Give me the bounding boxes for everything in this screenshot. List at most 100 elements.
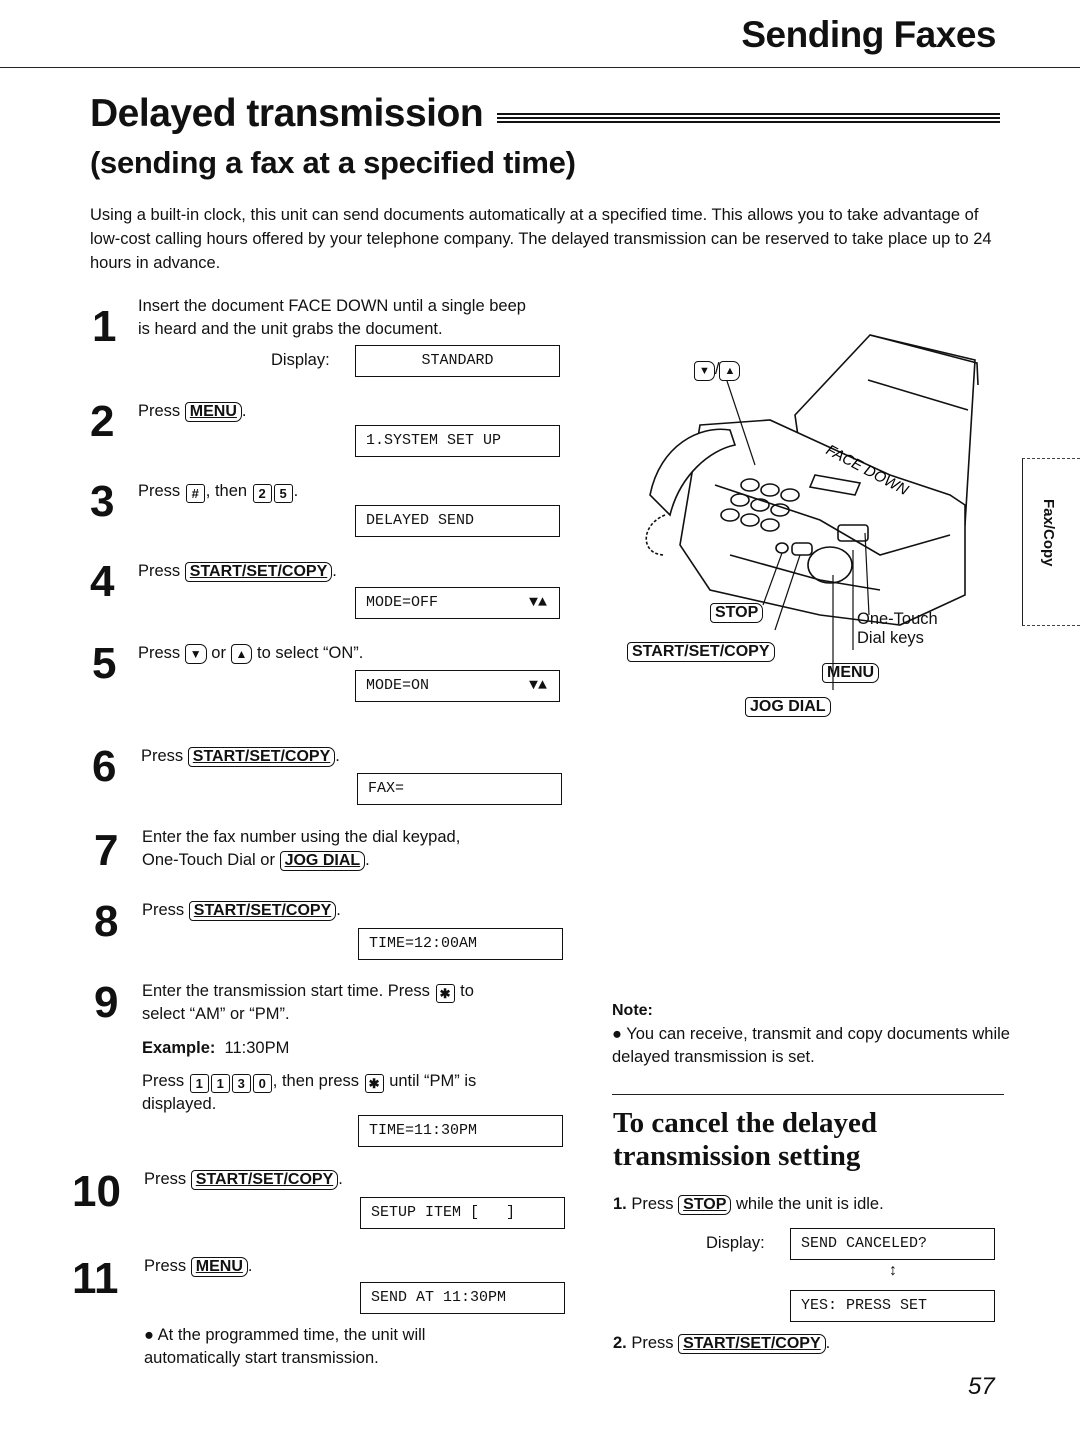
press-label: Press [138, 562, 181, 580]
digit-key: 0 [252, 1074, 272, 1093]
lcd-display: TIME=12:00AM [358, 928, 563, 960]
step-instruction: Press START/SET/COPY. [141, 747, 340, 767]
lcd-text: 1.SYSTEM SET UP [366, 432, 502, 449]
then-label: , then [205, 482, 248, 500]
digit-key: 3 [231, 1074, 251, 1093]
stop-callout: STOP [710, 603, 764, 623]
one-touch-label: One-Touch [857, 610, 938, 628]
step-number: 4 [90, 557, 115, 606]
lcd-display: 1.SYSTEM SET UP [355, 425, 560, 457]
lcd-text: SEND CANCELED? [801, 1235, 928, 1252]
step-number: 3 [90, 477, 115, 526]
chapter-tab[interactable]: Fax/Copy [1022, 458, 1080, 626]
step-text-line2: One-Touch Dial or [142, 851, 275, 869]
bullet-item: ● At the programmed time, the unit will … [144, 1324, 504, 1370]
step-number: 2 [90, 397, 115, 446]
star-key: ✱ [364, 1074, 384, 1093]
start-set-copy-key: START/SET/COPY [184, 562, 333, 582]
lcd-text: SEND AT 11:30PM [371, 1289, 507, 1306]
lcd-text: STANDARD [421, 352, 494, 369]
press-label: Press [144, 1170, 187, 1188]
step-number: 8 [94, 897, 119, 946]
digit-key: 1 [189, 1074, 209, 1093]
lcd-display: SETUP ITEM [ ] [360, 1197, 565, 1229]
start-set-copy-key: START/SET/COPY [627, 642, 775, 662]
digit-key: 1 [210, 1074, 230, 1093]
jog-dial-key: JOG DIAL [745, 697, 831, 717]
lcd-text: FAX= [368, 780, 405, 797]
step-instruction: Press #, then 25. [138, 482, 299, 503]
or-label: or [211, 644, 226, 662]
step-number: 5 [92, 639, 117, 688]
example-line: Example: 11:30PM [142, 1037, 289, 1060]
lcd-display: MODE=OFF ▼▲ [355, 587, 560, 619]
menu-key: MENU [184, 402, 242, 422]
fax-machine-illustration: FACE DOWN [645, 334, 979, 690]
step-number: 2. [613, 1334, 627, 1352]
lcd-text: TIME=12:00AM [369, 935, 478, 952]
cancel-step-1: 1. Press STOP while the unit is idle. [613, 1193, 884, 1216]
lcd-text: MODE=ON [366, 677, 430, 694]
start-set-copy-key: START/SET/COPY [678, 1334, 826, 1354]
step-instruction: Press START/SET/COPY. [138, 562, 337, 582]
example-value: 11:30PM [224, 1039, 290, 1057]
press-label: Press [141, 747, 184, 765]
step-instruction: Press MENU. [144, 1257, 253, 1277]
lcd-display: SEND AT 11:30PM [360, 1282, 565, 1314]
digit-key: 2 [252, 484, 272, 503]
lcd-display: YES: PRESS SET [790, 1290, 995, 1322]
step-number: 1. [613, 1195, 627, 1213]
step-instruction: Enter the transmission start time. Press… [142, 980, 562, 1026]
up-down-arrows-icon: ▼▲ [528, 594, 547, 611]
press-label: Press [631, 1334, 674, 1352]
displayed-text: displayed. [142, 1095, 217, 1113]
jog-dial-callout: JOG DIAL [745, 697, 831, 717]
bullet-text: At the programmed time, the unit will au… [144, 1326, 426, 1367]
lcd-text: MODE=OFF [366, 594, 439, 611]
start-set-copy-key: START/SET/COPY [187, 747, 336, 767]
lcd-display: DELAYED SEND [355, 505, 560, 537]
down-arrow-key: ▼ [694, 361, 715, 381]
up-arrow-key: ▲ [230, 644, 253, 664]
step-instruction: Enter the fax number using the dial keyp… [142, 828, 461, 871]
lcd-text: YES: PRESS SET [801, 1297, 928, 1314]
bullet-icon: ● [612, 1025, 622, 1043]
menu-key: MENU [822, 663, 880, 683]
display-label: Display: [271, 351, 330, 369]
title-decorative-rules [497, 113, 1000, 125]
menu-callout: MENU [822, 663, 880, 683]
note-bullet: ● You can receive, transmit and copy doc… [612, 1023, 1012, 1069]
example-instruction: Press 1130, then press ✱ until “PM” is d… [142, 1070, 562, 1116]
step-number: 7 [94, 826, 119, 875]
step-number: 1 [92, 302, 117, 351]
step-number: 6 [92, 742, 117, 791]
start-set-copy-key: START/SET/COPY [188, 901, 337, 921]
start-set-copy-key: START/SET/COPY [190, 1170, 339, 1190]
press-label: Press [142, 1072, 185, 1090]
toggle-arrow-icon: ↕ [889, 1262, 897, 1279]
note-text: You can receive, transmit and copy docum… [612, 1025, 1010, 1066]
star-key: ✱ [435, 984, 455, 1003]
example-label: Example: [142, 1039, 216, 1057]
until-pm-text: until “PM” is [389, 1072, 477, 1090]
page-subtitle: (sending a fax at a specified time) [90, 145, 576, 180]
lcd-display: TIME=11:30PM [358, 1115, 563, 1147]
page-title: Delayed transmission [90, 92, 484, 135]
step-number: 10 [72, 1167, 121, 1216]
press-label: Press [142, 901, 185, 919]
then-press-label: , then press [272, 1072, 359, 1090]
step-instruction: Press MENU. [138, 402, 247, 422]
cancel-step-2: 2. Press START/SET/COPY. [613, 1334, 831, 1354]
cancel-section-title: To cancel the delayed transmission setti… [613, 1107, 877, 1172]
step-text-to: to [460, 982, 474, 1000]
stop-key: STOP [678, 1195, 732, 1215]
section-title: Sending Faxes [741, 14, 996, 55]
intro-paragraph: Using a built-in clock, this unit can se… [90, 206, 992, 272]
lcd-text: DELAYED SEND [366, 512, 475, 529]
stop-key: STOP [710, 603, 764, 623]
press-label: Press [631, 1195, 674, 1213]
step-text-line2: select “AM” or “PM”. [142, 1005, 290, 1023]
step-text: Insert the document FACE DOWN until a si… [138, 297, 526, 338]
press-label: Press [144, 1257, 187, 1275]
jog-dial-key: JOG DIAL [279, 851, 366, 871]
